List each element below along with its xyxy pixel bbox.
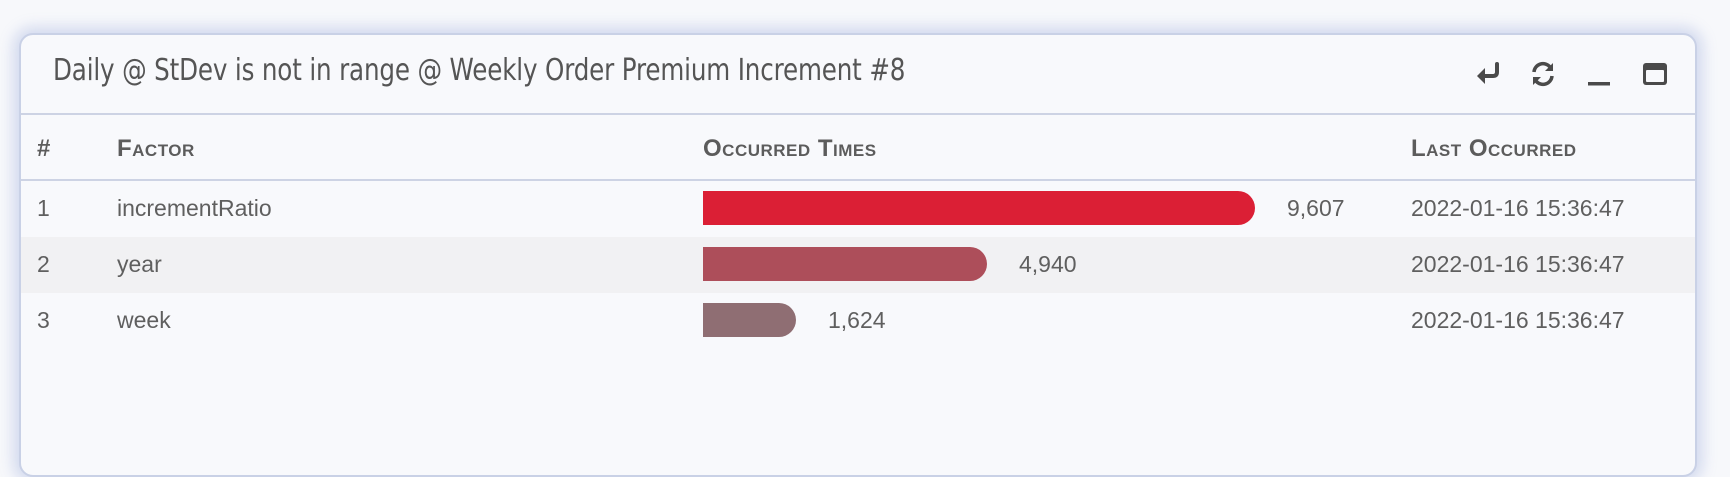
header-factor: Factor — [117, 135, 195, 162]
header-last-occurred: Last Occurred — [1411, 135, 1577, 162]
occurred-times-count: 1,624 — [828, 307, 886, 333]
table-row: 2 year 4,940 2022-01-16 15:36:47 — [21, 237, 1695, 293]
return-button[interactable] — [1471, 59, 1503, 89]
table-header: # Factor Occurred Times Last Occurred — [21, 115, 1695, 181]
return-icon — [1477, 62, 1499, 84]
row-index: 3 — [37, 307, 50, 333]
row-last-occurred: 2022-01-16 15:36:47 — [1411, 195, 1625, 221]
occurred-times-bar — [703, 191, 1255, 225]
panel-toolbar — [1471, 59, 1671, 89]
refresh-button[interactable] — [1527, 59, 1559, 89]
row-last-occurred: 2022-01-16 15:36:47 — [1411, 307, 1625, 333]
maximize-button[interactable] — [1639, 59, 1671, 89]
occurred-times-bar — [703, 247, 987, 281]
panel: Daily @ StDev is not in range @ Weekly O… — [19, 33, 1697, 477]
occurred-times-bar — [703, 303, 796, 337]
factor-table: # Factor Occurred Times Last Occurred 1 … — [21, 115, 1695, 349]
row-factor: week — [117, 307, 171, 333]
row-index: 1 — [37, 195, 50, 221]
row-factor: year — [117, 251, 162, 277]
occurred-times-count: 4,940 — [1019, 251, 1077, 277]
panel-header: Daily @ StDev is not in range @ Weekly O… — [21, 35, 1695, 115]
table-row: 1 incrementRatio 9,607 2022-01-16 15:36:… — [21, 181, 1695, 237]
maximize-icon — [1643, 63, 1667, 85]
occurred-times-count: 9,607 — [1287, 195, 1345, 221]
header-occurred-times: Occurred Times — [703, 135, 877, 162]
header-index: # — [37, 135, 51, 162]
row-index: 2 — [37, 251, 50, 277]
table-row: 3 week 1,624 2022-01-16 15:36:47 — [21, 293, 1695, 349]
minimize-button[interactable] — [1583, 59, 1615, 89]
minimize-icon — [1588, 82, 1610, 86]
row-last-occurred: 2022-01-16 15:36:47 — [1411, 251, 1625, 277]
refresh-icon — [1532, 61, 1554, 87]
row-factor: incrementRatio — [117, 195, 272, 221]
panel-title: Daily @ StDev is not in range @ Weekly O… — [53, 53, 906, 88]
